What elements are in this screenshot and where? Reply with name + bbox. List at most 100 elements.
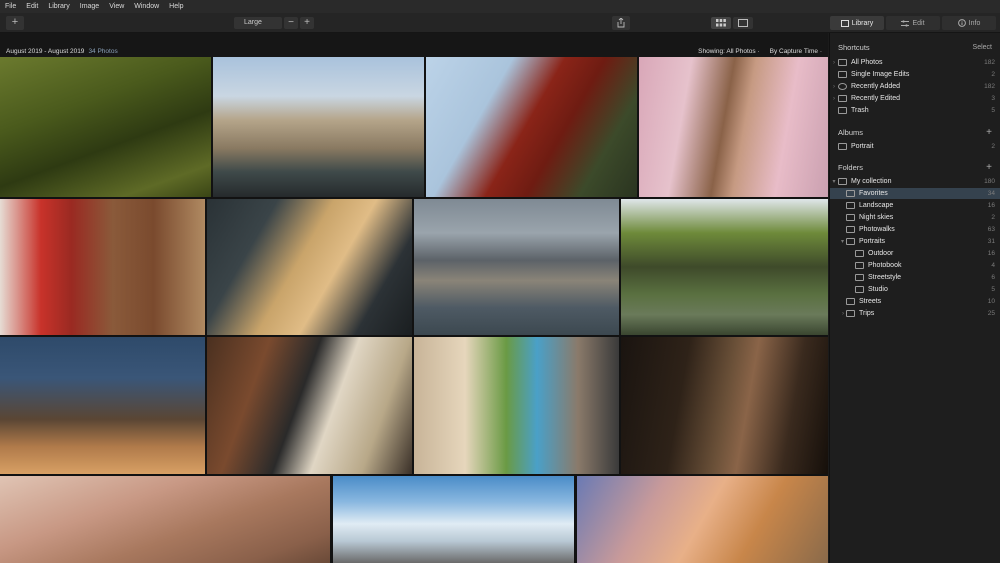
sidebar: Shortcuts Select › All Photos 182 Single… <box>829 33 1000 563</box>
tab-edit-label: Edit <box>912 19 925 27</box>
photo-driver[interactable] <box>207 337 412 474</box>
photo-varanasi[interactable] <box>577 476 828 563</box>
photo-fountain[interactable] <box>213 57 424 197</box>
photo-cyclists[interactable] <box>414 337 619 474</box>
photo-forest[interactable] <box>0 57 211 197</box>
folder-label: Photobook <box>868 262 902 269</box>
menu-library[interactable]: Library <box>48 3 69 10</box>
zoom-in-button[interactable]: + <box>300 17 314 29</box>
folder-label: Streets <box>859 298 882 305</box>
menu-help[interactable]: Help <box>169 3 183 10</box>
menu-window[interactable]: Window <box>134 3 159 10</box>
showing-filter[interactable]: Showing: All Photos · <box>698 48 759 55</box>
sliders-icon <box>838 95 847 102</box>
thumbnail-size-select[interactable]: Large <box>234 17 282 29</box>
sidebar-item-label: Recently Added <box>851 83 901 90</box>
folder-count: 16 <box>987 202 995 209</box>
photo-geisha[interactable] <box>0 199 205 335</box>
sidebar-item-portrait-album[interactable]: Portrait 2 <box>830 141 1000 152</box>
zoom-out-button[interactable]: − <box>284 17 298 29</box>
expand-caret-icon[interactable]: ▾ <box>830 178 838 185</box>
photo-blonde[interactable] <box>207 199 412 335</box>
photo-sand-room[interactable] <box>0 337 205 474</box>
add-album-button[interactable]: + <box>986 127 992 138</box>
photo-grid <box>0 57 828 563</box>
sort-order[interactable]: By Capture Time · <box>770 48 822 55</box>
folder-portraits[interactable]: ▾ Portraits 31 <box>830 236 1000 247</box>
folder-icon <box>846 310 855 317</box>
folder-landscape[interactable]: Landscape 16 <box>830 200 1000 211</box>
tab-edit[interactable]: Edit <box>886 16 940 30</box>
date-range: August 2019 - August 2019 34 Photos <box>6 48 118 55</box>
folder-label: Night skies <box>859 214 894 221</box>
sidebar-item-count: 182 <box>984 83 995 90</box>
folder-label: My collection <box>851 178 892 185</box>
gallery-header: August 2019 - August 2019 34 Photos Showi… <box>0 33 828 57</box>
sidebar-item-label: Trash <box>851 107 869 114</box>
grid-view-button[interactable] <box>711 17 731 29</box>
folder-label: Landscape <box>859 202 894 209</box>
plus-circle-icon <box>838 83 847 90</box>
photo-pagoda[interactable] <box>621 199 828 335</box>
tab-library[interactable]: Library <box>830 16 884 30</box>
menu-edit[interactable]: Edit <box>26 3 38 10</box>
shortcuts-select-button[interactable]: Select <box>973 44 992 51</box>
folder-my-collection[interactable]: ▾ My collection 180 <box>830 176 1000 187</box>
sidebar-item-label: All Photos <box>851 59 883 66</box>
folder-icon <box>846 202 855 209</box>
folder-icon <box>838 178 847 185</box>
expand-caret-icon[interactable]: › <box>830 311 846 317</box>
photo-canyon[interactable] <box>0 476 330 563</box>
folder-count: 4 <box>991 262 995 269</box>
album-icon <box>838 143 847 150</box>
sidebar-item-all-photos[interactable]: › All Photos 182 <box>830 57 1000 68</box>
photo-portrait-woman[interactable] <box>639 57 828 197</box>
photo-road-sky[interactable] <box>333 476 574 563</box>
menu-file[interactable]: File <box>5 3 16 10</box>
tab-info-label: Info <box>968 19 981 27</box>
share-icon <box>617 18 625 28</box>
expand-caret-icon[interactable]: ▾ <box>830 238 846 245</box>
sidebar-item-recently-edited[interactable]: › Recently Edited 3 <box>830 93 1000 104</box>
folder-icon <box>855 286 864 293</box>
mode-tabs: Library Edit Info <box>830 16 996 30</box>
folder-icon <box>846 214 855 221</box>
folder-photowalks[interactable]: Photowalks 63 <box>830 224 1000 235</box>
menu-view[interactable]: View <box>109 3 124 10</box>
sidebar-item-count: 182 <box>984 59 995 66</box>
sidebar-item-label: Single Image Edits <box>851 71 910 78</box>
sidebar-item-recently-added[interactable]: › Recently Added 182 <box>830 81 1000 92</box>
folder-label: Portraits <box>859 238 886 245</box>
sidebar-item-single-image-edits[interactable]: Single Image Edits 2 <box>830 69 1000 80</box>
folder-count: 34 <box>987 190 995 197</box>
menu-image[interactable]: Image <box>80 3 99 10</box>
folder-streets[interactable]: Streets 10 <box>830 296 1000 307</box>
photo-city[interactable] <box>414 199 619 335</box>
folder-night-skies[interactable]: Night skies 2 <box>830 212 1000 223</box>
add-photos-button[interactable]: + <box>6 16 24 30</box>
folder-label: Outdoor <box>868 250 894 257</box>
date-range-text: August 2019 - August 2019 <box>6 48 85 55</box>
add-folder-button[interactable]: + <box>986 162 992 173</box>
library-icon <box>840 19 849 27</box>
grid-icon <box>838 71 847 78</box>
folder-favorites[interactable]: Favorites 34 <box>830 188 1000 199</box>
folder-streetstyle[interactable]: Streetstyle 6 <box>830 272 1000 283</box>
menu-bar: File Edit Library Image View Window Help <box>0 0 1000 13</box>
photo-dark-portrait[interactable] <box>621 337 828 474</box>
sidebar-item-trash[interactable]: Trash 5 <box>830 105 1000 116</box>
folder-outdoor[interactable]: Outdoor 16 <box>830 248 1000 259</box>
sliders-icon <box>901 19 910 27</box>
single-view-button[interactable] <box>733 17 753 29</box>
folder-trips[interactable]: › Trips 25 <box>830 308 1000 319</box>
single-image-icon <box>738 19 748 27</box>
tab-info[interactable]: Info <box>942 16 996 30</box>
filter-controls: Showing: All Photos · By Capture Time · <box>698 48 822 55</box>
photo-temple[interactable] <box>426 57 637 197</box>
folders-title: Folders <box>838 163 864 172</box>
folder-icon <box>846 238 855 245</box>
folder-label: Streetstyle <box>868 274 902 281</box>
folder-photobook[interactable]: Photobook 4 <box>830 260 1000 271</box>
share-button[interactable] <box>612 16 630 30</box>
folder-studio[interactable]: Studio 5 <box>830 284 1000 295</box>
